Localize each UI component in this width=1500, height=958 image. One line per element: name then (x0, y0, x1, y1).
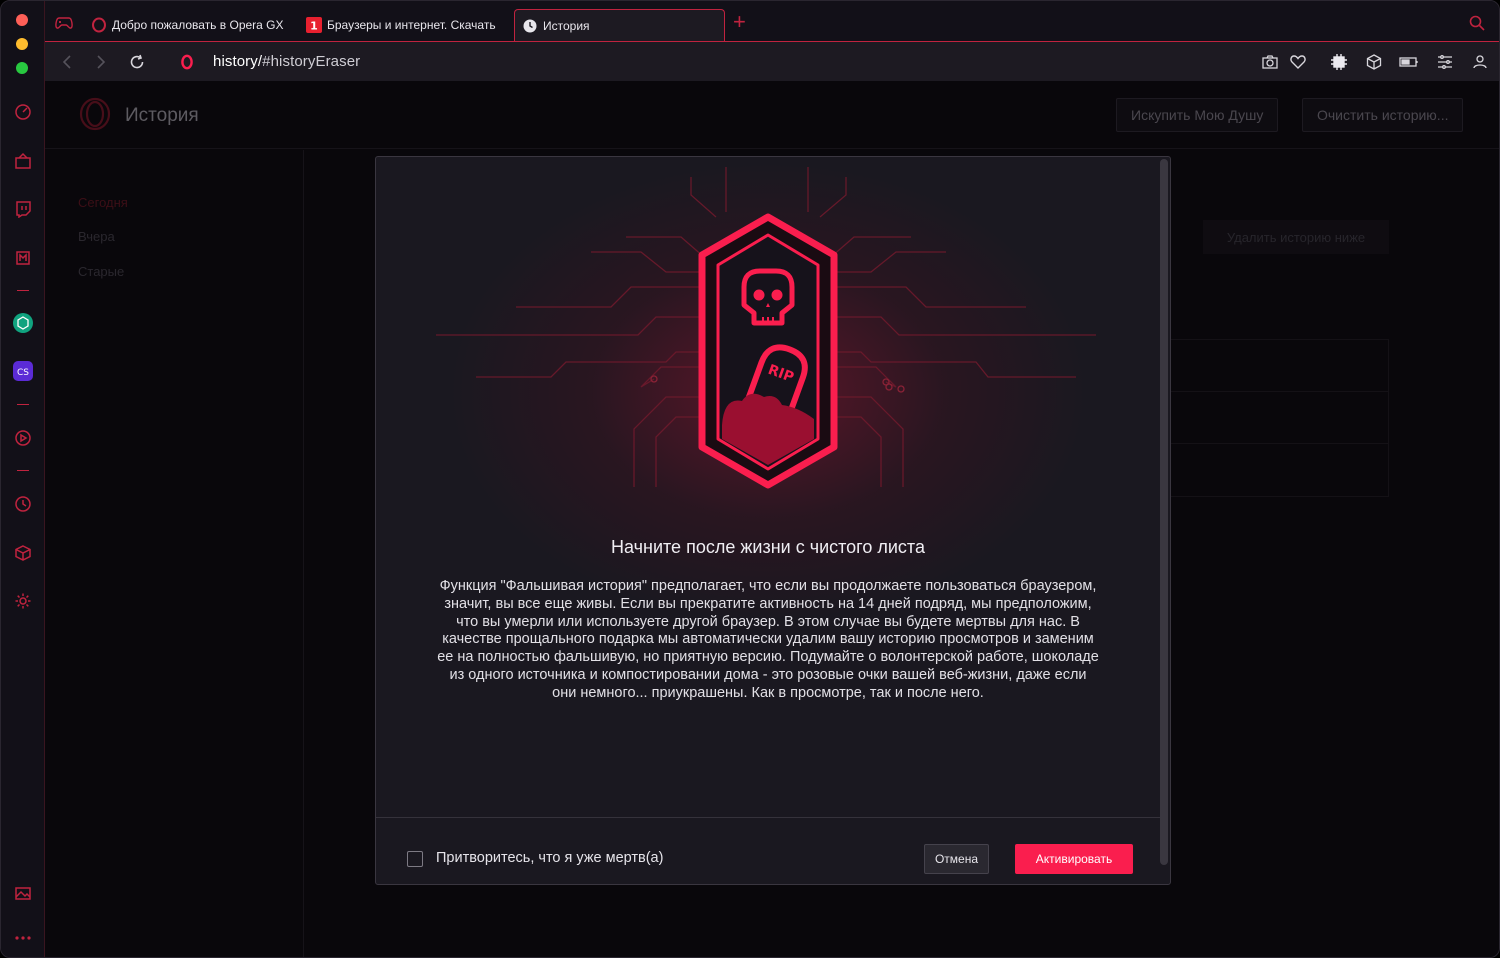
gamepad-icon[interactable] (55, 16, 73, 34)
tab-label: История (543, 18, 590, 33)
player-icon[interactable] (11, 426, 35, 450)
site-favicon-icon: 1 (306, 17, 322, 33)
tab-label: Добро пожаловать в Opera GX (112, 18, 284, 32)
tab-history[interactable]: История (514, 9, 725, 41)
pretend-dead-checkbox[interactable] (407, 851, 423, 867)
opera-logo-icon (177, 52, 197, 72)
reload-button[interactable] (127, 52, 147, 72)
extensions-icon[interactable] (1364, 52, 1384, 72)
pretend-dead-label[interactable]: Притворитесь, что я уже мертв(а) (436, 850, 663, 866)
sidebar-separator (17, 290, 29, 291)
modal-body-text: Функция "Фальшивая история" предполагает… (437, 578, 1099, 701)
forward-button[interactable] (91, 52, 111, 72)
circuit-lines-decoration: RIP (436, 167, 1096, 489)
easy-setup-menu-icon[interactable] (1435, 52, 1455, 72)
new-tab-button[interactable]: + (733, 11, 746, 33)
profile-icon[interactable] (1470, 52, 1490, 72)
sidebar: CS (1, 1, 45, 957)
browser-window: CS Добро пожаловать в Opera GX 1 Браузер… (0, 0, 1500, 958)
more-options-icon[interactable] (11, 926, 35, 950)
cancel-button[interactable]: Отмена (924, 844, 989, 874)
settings-gear-icon[interactable] (11, 589, 35, 613)
bookmarks-heart-icon[interactable] (1288, 52, 1308, 72)
url-path: #historyEraser (262, 53, 361, 70)
sidebar-separator (17, 470, 29, 471)
modal-scrollbar[interactable] (1160, 159, 1168, 865)
url-field[interactable]: history/#historyEraser (213, 53, 360, 70)
fake-history-dialog: RIP Начните после жизни с чистого листа … (375, 156, 1171, 885)
svg-text:CS: CS (17, 368, 29, 378)
svg-text:1: 1 (310, 20, 318, 33)
tab-welcome[interactable]: Добро пожаловать в Opera GX (91, 9, 295, 41)
battery-icon[interactable] (1399, 52, 1419, 72)
history-icon[interactable] (11, 492, 35, 516)
extensions-cube-icon[interactable] (11, 541, 35, 565)
snapshot-camera-icon[interactable] (1260, 52, 1280, 72)
modal-heading: Начните после жизни с чистого листа (611, 537, 925, 557)
clock-icon (522, 18, 538, 34)
tab-bar: Добро пожаловать в Opera GX 1 Браузеры и… (45, 1, 1499, 41)
wallpaper-icon[interactable] (11, 881, 35, 905)
minimize-window-button[interactable] (16, 38, 28, 50)
back-button[interactable] (57, 52, 77, 72)
sidebar-separator (17, 404, 29, 405)
twitch-icon[interactable] (11, 197, 35, 221)
speed-dial-icon[interactable] (11, 100, 35, 124)
tab-label: Браузеры и интернет. Скачать (327, 18, 496, 32)
gx-control-cpu-icon[interactable] (1329, 52, 1349, 72)
close-window-button[interactable] (16, 14, 28, 26)
maximize-window-button[interactable] (16, 62, 28, 74)
address-bar: history/#historyEraser (45, 41, 1499, 81)
activate-button[interactable]: Активировать (1015, 844, 1133, 874)
messenger-icon[interactable] (11, 246, 35, 270)
url-host: history/ (213, 53, 263, 70)
modal-divider (376, 817, 1160, 818)
chatsonic-icon[interactable]: CS (11, 359, 35, 383)
gx-corner-icon[interactable] (11, 149, 35, 173)
tab-search-icon[interactable] (1469, 15, 1485, 36)
opera-icon (91, 17, 107, 33)
chatgpt-icon[interactable] (11, 311, 35, 335)
tab-browsers[interactable]: 1 Браузеры и интернет. Скачать (306, 9, 502, 41)
